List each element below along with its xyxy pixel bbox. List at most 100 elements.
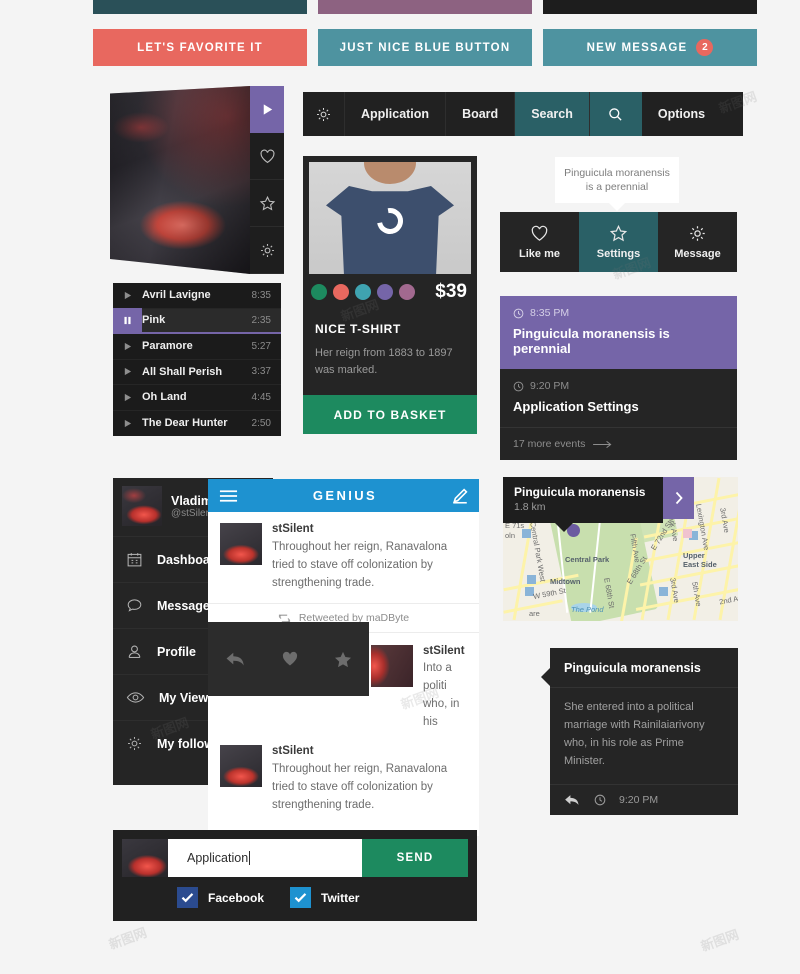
swatch-mauve[interactable] [399,284,415,300]
playlist-row[interactable]: All Shall Perish 3:37 [113,360,281,385]
track-time: 4:45 [251,391,271,403]
compose-card: Application SEND Facebook Twitter [113,830,477,921]
post-author: stSilent [272,523,314,535]
playlist: Avril Lavigne 8:35 Pink 2:35 Paramore 5:… [113,283,281,436]
post-text-line-1: Into a politi [423,662,452,692]
star-icon[interactable] [333,650,353,669]
compose-input[interactable]: Application [168,839,362,877]
chat-bubble-icon [127,599,142,612]
reply-icon[interactable] [564,793,581,807]
send-button[interactable]: SEND [362,839,468,877]
hamburger-icon[interactable] [219,489,238,503]
nav-item-options[interactable]: Options [642,92,721,136]
track-play-button[interactable] [113,419,142,428]
event-time: 9:20 PM [530,380,570,392]
play-icon [124,342,132,350]
clock-icon [594,794,606,806]
playlist-row[interactable]: Paramore 5:27 [113,334,281,360]
nav-item-board[interactable]: Board [446,92,516,136]
track-play-button[interactable] [113,393,142,402]
share-options: Facebook Twitter [122,877,468,912]
genius-title: GENIUS [312,488,378,503]
track-play-button[interactable] [113,291,142,300]
nav-settings-button[interactable] [303,92,345,136]
event-item-highlighted[interactable]: 8:35 PM Pinguicula moranensis is perenni… [500,296,737,369]
icon-action-row: Like me Settings Message [500,212,737,272]
track-play-button[interactable] [113,342,142,351]
playlist-row[interactable]: The Dear Hunter 2:50 [113,411,281,437]
tooltip-popover: Pinguicula moranensis is a perennial [555,157,679,203]
track-pause-button[interactable] [113,307,142,333]
track-time: 3:37 [251,366,271,378]
compose-icon[interactable] [452,487,468,504]
settings-button[interactable]: Settings [579,212,658,272]
settings-label: Settings [596,248,641,260]
chat-body: She entered into a political marriage wi… [550,687,738,784]
clock-icon [513,308,524,318]
map-go-button[interactable] [663,477,694,519]
facebook-checkbox[interactable] [177,887,198,908]
clock-icon [513,381,524,391]
like-me-label: Like me [519,248,560,260]
blue-button-label: JUST NICE BLUE BUTTON [339,41,511,54]
avatar [220,523,262,565]
track-play-button[interactable] [113,367,142,376]
avatar [371,645,413,687]
map-label-midtown: Midtown [550,577,581,586]
post-author: stSilent [423,645,465,657]
map-card[interactable]: Central Park Midtown Upper East Side The … [503,477,738,621]
genius-header: GENIUS [208,479,479,512]
event-item[interactable]: 9:20 PM Application Settings [500,369,737,427]
nav-item-application[interactable]: Application [345,92,447,136]
playlist-row[interactable]: Avril Lavigne 8:35 [113,283,281,309]
favorite-star-button[interactable] [250,180,284,227]
check-icon [181,893,194,903]
swatch-teal[interactable] [355,284,371,300]
watermark: 新图网 [698,926,741,955]
map-tooltip: Pinguicula moranensis 1.8 km [503,477,663,532]
swatch-green[interactable] [311,284,327,300]
message-button[interactable]: Message [658,212,737,272]
map-label-central-park: Central Park [565,555,610,564]
settings-button[interactable] [250,227,284,274]
like-me-button[interactable]: Like me [500,212,579,272]
chat-card: Pinguicula moranensis She entered into a… [541,648,738,815]
twitter-checkbox[interactable] [290,887,312,908]
playlist-row[interactable]: Pink 2:35 [113,307,281,334]
post-actions-strip [208,622,369,696]
chat-time: 9:20 PM [619,794,659,806]
play-icon [124,291,132,299]
top-bar-black [543,0,757,14]
top-bar-teal [93,0,307,14]
star-icon [259,195,275,211]
arrow-right-icon [593,440,612,448]
playlist-row[interactable]: Oh Land 4:45 [113,385,281,411]
nav-search-button[interactable] [589,92,642,136]
sidebar-item-label: Profile [157,644,196,659]
play-button[interactable] [250,86,284,133]
favorite-button[interactable]: LET'S FAVORITE IT [93,29,307,66]
event-time-row: 8:35 PM [513,307,724,319]
heart-icon[interactable] [280,650,300,668]
reply-icon[interactable] [225,650,247,668]
map-tooltip-distance: 1.8 km [514,501,546,513]
product-card: $39 NICE T-SHIRT Her reign from 1883 to … [303,156,477,434]
feed-post[interactable]: stSilent Throughout her reign, Ranavalon… [208,512,479,603]
track-time: 2:35 [251,314,271,326]
star-icon [609,224,628,242]
map-tooltip-title: Pinguicula moranensis [514,485,646,499]
chat-footer: 9:20 PM [550,784,738,815]
nav-item-search[interactable]: Search [515,92,590,136]
feed-post[interactable]: stSilent Throughout her reign, Ranavalon… [208,739,479,836]
add-to-basket-button[interactable]: ADD TO BASKET [303,395,477,434]
compose-row: Application SEND [122,839,468,877]
new-message-button[interactable]: NEW MESSAGE 2 [543,29,757,66]
blue-button[interactable]: JUST NICE BLUE BUTTON [318,29,532,66]
swatch-purple[interactable] [377,284,393,300]
more-events-link[interactable]: 17 more events [500,427,737,460]
events-card: 8:35 PM Pinguicula moranensis is perenni… [500,296,737,460]
screenshot-root: LET'S FAVORITE IT JUST NICE BLUE BUTTON … [0,0,800,974]
swatch-coral[interactable] [333,284,349,300]
like-button[interactable] [250,133,284,180]
favorite-button-label: LET'S FAVORITE IT [137,41,263,54]
